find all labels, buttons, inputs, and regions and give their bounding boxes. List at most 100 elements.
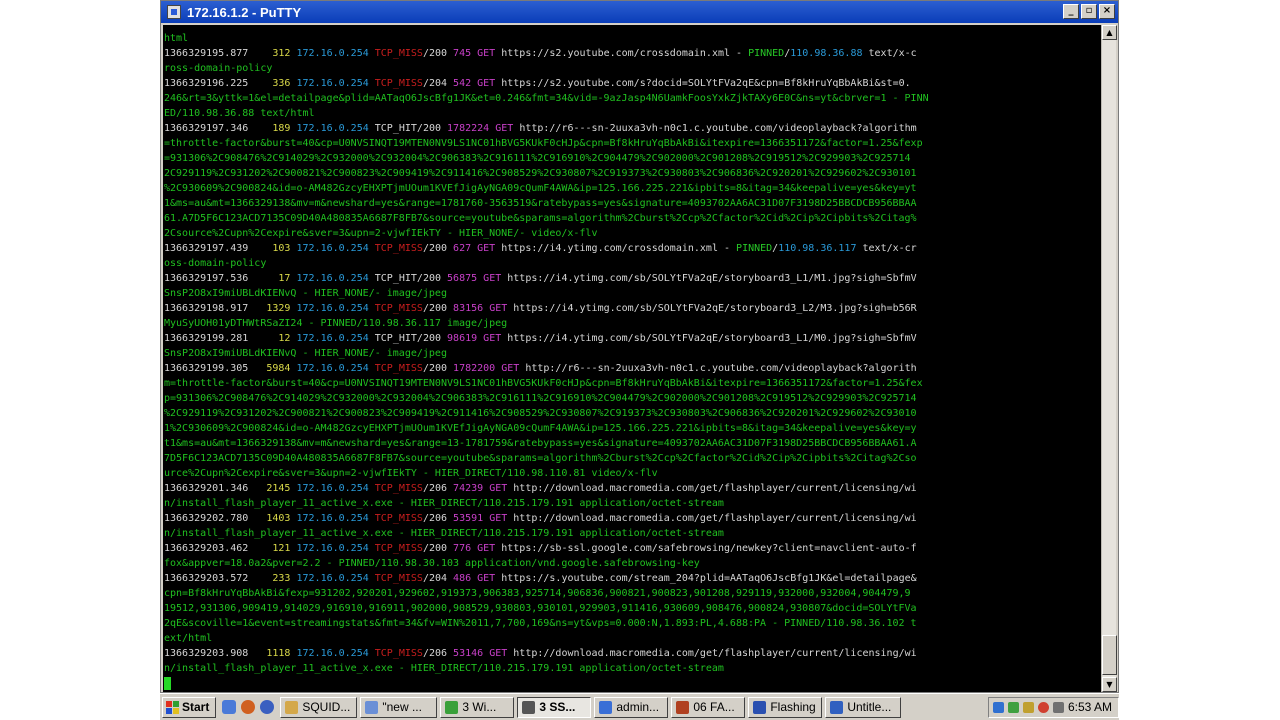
log-line: n/install_flash_player_11_active_x.exe -… xyxy=(164,661,1101,676)
log-segment: 2qE&scoville=1&event=streamingstats&fmt=… xyxy=(164,618,917,629)
taskbar-button[interactable]: SQUID... xyxy=(280,696,358,718)
log-segment: GET xyxy=(477,48,496,59)
log-segment xyxy=(248,513,266,524)
clock[interactable]: 6:53 AM xyxy=(1068,700,1112,714)
log-segment: https://s2.youtube.com/crossdomain.xml xyxy=(501,48,731,59)
window-title: 172.16.1.2 - PuTTY xyxy=(187,4,302,20)
terminal-output[interactable]: html 1366329195.877 312 172.16.0.254 TCP_… xyxy=(163,25,1101,692)
log-line: oss-domain-policy xyxy=(164,256,1101,271)
log-segment: 172.16.0.254 xyxy=(296,243,369,254)
tray-app-icon[interactable] xyxy=(1022,701,1034,713)
log-segment: 74239 xyxy=(453,483,484,494)
log-segment: 121 xyxy=(272,543,291,554)
log-segment: /200 xyxy=(416,273,448,284)
log-segment: TCP_MISS xyxy=(374,48,423,59)
log-line: 2Csource%2Cupn%2Cexpire&sver=3&upn=2-vjw… xyxy=(164,226,1101,241)
log-segment: TCP_HIT xyxy=(374,333,417,344)
log-segment: 172.16.0.254 xyxy=(296,78,369,89)
taskbar-button[interactable]: 06 FA... xyxy=(671,696,746,718)
log-segment: TCP_MISS xyxy=(374,78,423,89)
taskbar-button[interactable]: Untitle... xyxy=(825,696,902,718)
log-segment: /200 xyxy=(422,363,454,374)
log-segment: TCP_MISS xyxy=(374,243,423,254)
log-segment: 5984 xyxy=(266,363,291,374)
log-line: 1366329203.572 233 172.16.0.254 TCP_MISS… xyxy=(164,571,1101,586)
maximize-button[interactable]: ▫ xyxy=(1081,4,1097,19)
log-line: 2C929119%2C931202%2C900821%2C900823%2C90… xyxy=(164,166,1101,181)
tray-app-icon[interactable] xyxy=(1037,701,1049,713)
log-line: ross-domain-policy xyxy=(164,61,1101,76)
log-segment: TCP_MISS xyxy=(374,303,423,314)
task-label: SQUID... xyxy=(302,700,351,714)
log-segment: https://sb-ssl.google.com/safebrowsing/n… xyxy=(501,543,917,554)
log-segment: 1366329195.877 xyxy=(164,48,249,59)
log-line: n/install_flash_player_11_active_x.exe -… xyxy=(164,526,1101,541)
log-segment: 1%2C930609%2C900824&id=o-AM482GzcyEHXPTj… xyxy=(164,423,917,434)
log-segment: /200 xyxy=(422,48,454,59)
log-line: ext/html xyxy=(164,631,1101,646)
browser-icon[interactable] xyxy=(260,700,275,714)
scroll-down-button[interactable]: ▼ xyxy=(1102,677,1117,692)
log-segment: n/install_flash_player_11_active_x.exe -… xyxy=(164,528,724,539)
show-desktop-icon[interactable] xyxy=(222,700,237,714)
task-app-icon xyxy=(285,700,299,714)
task-app-icon xyxy=(599,700,613,714)
log-segment: MyuSyUOH01yDTHWtRSaZI24 - PINNED/110.98.… xyxy=(164,318,508,329)
taskbar-button[interactable]: 3 Wi... xyxy=(440,696,515,718)
scroll-thumb[interactable] xyxy=(1102,635,1117,675)
taskbar-button[interactable]: "new ... xyxy=(360,696,438,718)
log-line: 1366329197.439 103 172.16.0.254 TCP_MISS… xyxy=(164,241,1101,256)
taskbar-button[interactable]: 3 SS... xyxy=(517,696,592,718)
log-line: 61.A7D5F6C123ACD7135C09D40A480835A6687F8… xyxy=(164,211,1101,226)
log-segment: 542 xyxy=(453,78,472,89)
log-segment: /204 xyxy=(422,573,454,584)
log-segment: 246&rt=3&yttk=1&el=detailpage&plid=AATaq… xyxy=(164,93,929,104)
log-segment: 1366329197.346 xyxy=(164,123,249,134)
firefox-icon[interactable] xyxy=(241,700,256,714)
log-line: MyuSyUOH01yDTHWtRSaZI24 - PINNED/110.98.… xyxy=(164,316,1101,331)
log-line: 1366329201.346 2145 172.16.0.254 TCP_MIS… xyxy=(164,481,1101,496)
log-segment: 1782200 xyxy=(453,363,496,374)
start-button[interactable]: Start xyxy=(162,696,217,718)
log-segment: TCP_HIT xyxy=(374,273,417,284)
log-line: cpn=Bf8kHruYqBbAkBi&fexp=931202,920201,9… xyxy=(164,586,1101,601)
log-line: 1366329197.346 189 172.16.0.254 TCP_HIT/… xyxy=(164,121,1101,136)
log-segment: 745 xyxy=(453,48,472,59)
log-line: 1366329199.305 5984 172.16.0.254 TCP_MIS… xyxy=(164,361,1101,376)
log-line: 7D5F6C123ACD7135C09D40A480835A6687F8FB7&… xyxy=(164,451,1101,466)
log-segment: 61.A7D5F6C123ACD7135C09D40A480835A6687F8… xyxy=(164,213,917,224)
log-line: p=931306%2C908476%2C914029%2C932000%2C93… xyxy=(164,391,1101,406)
log-segment: 1366329203.462 xyxy=(164,543,249,554)
log-segment: TCP_MISS xyxy=(374,648,423,659)
log-segment: 53591 xyxy=(453,513,484,524)
taskbar-button[interactable]: admin... xyxy=(594,696,669,718)
scroll-up-button[interactable]: ▲ xyxy=(1102,25,1117,40)
log-segment xyxy=(248,573,272,584)
log-segment: 312 xyxy=(272,48,291,59)
log-segment xyxy=(248,243,272,254)
log-segment: 1366329199.305 xyxy=(164,363,249,374)
log-segment: 53146 xyxy=(453,648,484,659)
log-segment: 110.98.36.117 xyxy=(778,243,857,254)
log-line: =931306%2C908476%2C914029%2C932000%2C932… xyxy=(164,151,1101,166)
log-segment: /200 xyxy=(422,243,454,254)
putty-icon[interactable] xyxy=(167,5,181,19)
log-segment: https://s.youtube.com/stream_204?plid=AA… xyxy=(501,573,917,584)
volume-icon[interactable] xyxy=(1052,701,1064,713)
close-button[interactable]: × xyxy=(1099,4,1115,19)
vertical-scrollbar[interactable]: ▲ ▼ xyxy=(1101,25,1117,692)
title-bar[interactable]: 172.16.1.2 - PuTTY _ ▫ × xyxy=(161,1,1118,23)
log-segment: /204 xyxy=(422,78,454,89)
log-segment: http://r6---sn-2uuxa3vh-n0c1.c.youtube.c… xyxy=(525,363,917,374)
log-segment: 172.16.0.254 xyxy=(296,648,369,659)
log-segment: p=931306%2C908476%2C914029%2C932000%2C93… xyxy=(164,393,917,404)
log-segment: TCP_MISS xyxy=(374,513,423,524)
tray-app-icon[interactable] xyxy=(1007,701,1019,713)
minimize-button[interactable]: _ xyxy=(1063,4,1079,19)
taskbar-button[interactable]: Flashing xyxy=(748,696,823,718)
log-segment: TCP_MISS xyxy=(374,483,423,494)
log-segment: 189 xyxy=(272,123,291,134)
log-segment: /200 xyxy=(422,543,454,554)
log-segment: ED/110.98.36.88 text/html xyxy=(164,108,315,119)
network-icon[interactable] xyxy=(992,701,1004,713)
